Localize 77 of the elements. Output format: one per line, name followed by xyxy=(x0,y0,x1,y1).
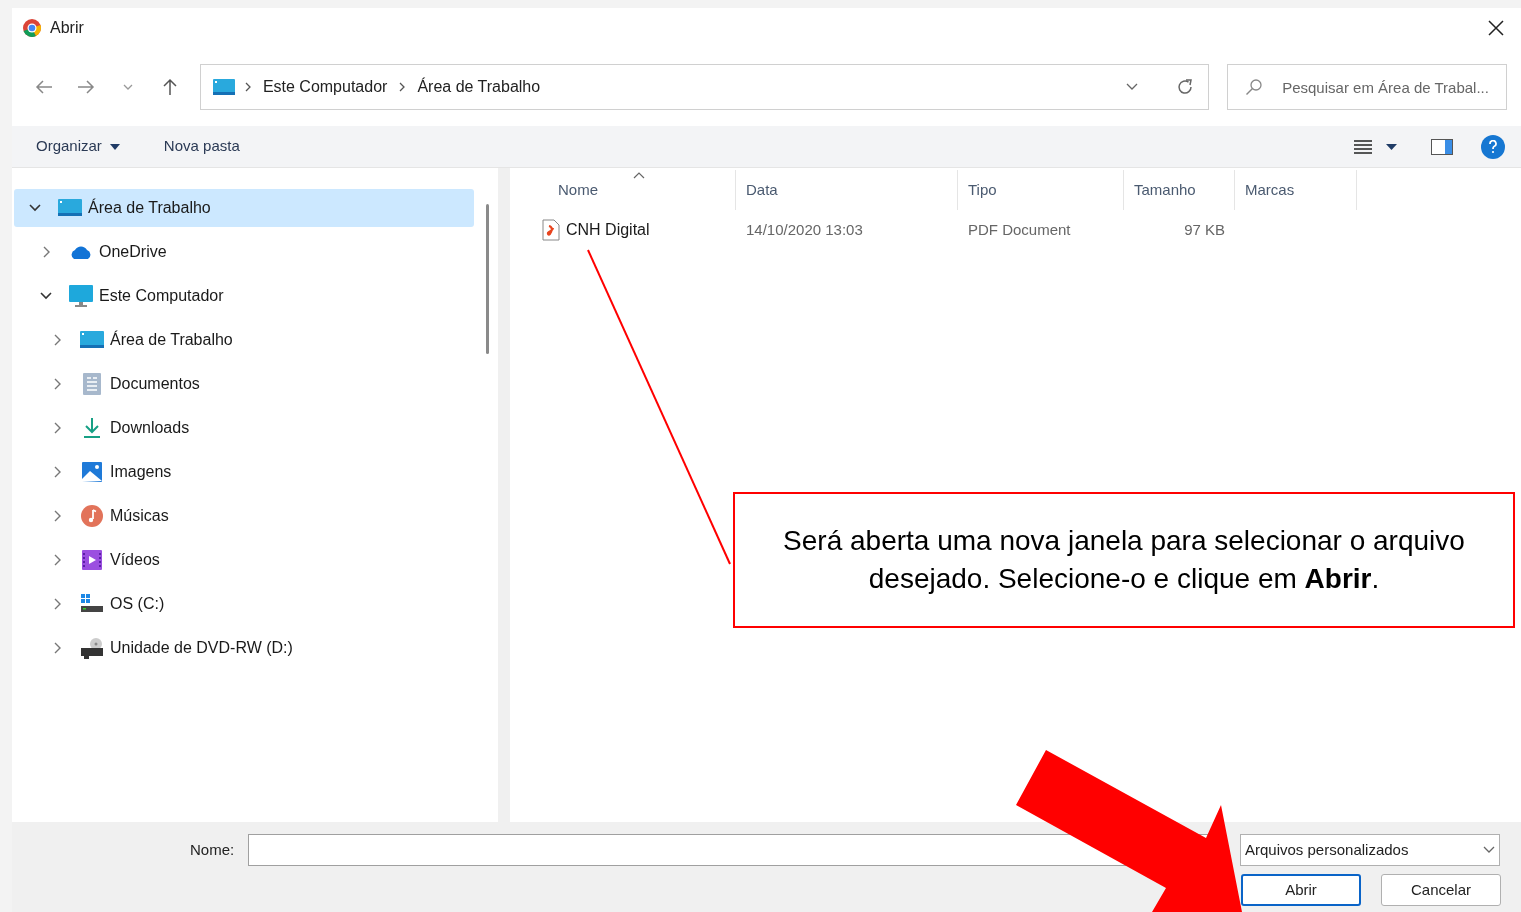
scrollbar-thumb[interactable] xyxy=(485,204,489,354)
chevron-down-icon[interactable] xyxy=(29,204,41,212)
tree-item[interactable]: Imagens xyxy=(14,453,474,491)
preview-pane-icon xyxy=(1431,138,1453,155)
chevron-right-icon[interactable] xyxy=(53,466,61,478)
organize-menu-button[interactable]: Organizar xyxy=(24,135,132,158)
search-field[interactable]: Pesquisar em Área de Trabal... xyxy=(1227,64,1507,110)
tree-item[interactable]: Este Computador xyxy=(14,277,474,315)
caret-down-icon xyxy=(109,143,120,150)
disc-drive-icon xyxy=(81,637,103,659)
tree-item[interactable]: Área de Trabalho xyxy=(14,189,474,227)
file-type: PDF Document xyxy=(968,221,1071,238)
video-icon xyxy=(82,550,102,570)
chevron-down-icon xyxy=(122,84,133,90)
chevron-right-icon xyxy=(399,82,406,92)
chevron-right-icon[interactable] xyxy=(53,554,61,566)
sort-ascending-icon xyxy=(632,172,645,179)
monitor-icon xyxy=(69,285,93,307)
column-header[interactable]: Marcas xyxy=(1235,170,1357,210)
column-header[interactable]: Tamanho xyxy=(1124,170,1235,210)
chevron-right-icon[interactable] xyxy=(53,378,61,390)
music-note-icon xyxy=(81,505,103,527)
desktop-icon xyxy=(80,331,104,349)
chevron-down-icon xyxy=(1483,846,1495,854)
file-date: 14/10/2020 13:03 xyxy=(746,221,863,238)
breadcrumb-item[interactable]: Área de Trabalho xyxy=(415,75,543,99)
chevron-right-icon xyxy=(244,82,251,92)
cloud-icon xyxy=(69,244,93,260)
tree-item[interactable]: OS (C:) xyxy=(14,585,474,623)
document-icon xyxy=(83,373,101,395)
chevron-right-icon[interactable] xyxy=(53,334,61,346)
question-mark-icon xyxy=(1488,139,1498,154)
browser-logo-icon xyxy=(22,18,42,38)
arrow-left-icon xyxy=(35,80,53,94)
download-icon xyxy=(82,417,102,439)
chevron-right-icon[interactable] xyxy=(53,422,61,434)
file-row[interactable]: CNH Digital 14/10/2020 13:03 PDF Document 97 KB xyxy=(510,214,1521,246)
name-label: Nome: xyxy=(190,839,236,860)
chevron-down-icon[interactable] xyxy=(1126,83,1139,91)
chevron-right-icon[interactable] xyxy=(42,246,50,258)
column-header[interactable]: Nome xyxy=(510,170,736,210)
tree-item[interactable]: OneDrive xyxy=(14,233,474,271)
annotation-text: Será aberta uma nova janela para selecionar o arquivo desejado. Selecione-o e clique em Abrir. xyxy=(782,524,1466,596)
help-button[interactable] xyxy=(1481,134,1505,159)
open-button[interactable]: Abrir xyxy=(1241,874,1361,906)
chevron-right-icon[interactable] xyxy=(53,510,61,522)
refresh-icon[interactable] xyxy=(1176,78,1195,96)
desktop-icon xyxy=(212,79,235,95)
new-folder-button[interactable]: Nova pasta xyxy=(151,135,252,158)
chevron-down-icon[interactable] xyxy=(40,292,52,300)
drive-icon xyxy=(81,594,103,614)
file-type-dropdown[interactable]: Arquivos personalizados xyxy=(1240,834,1500,866)
file-size: 97 KB xyxy=(1184,219,1225,240)
tree-item[interactable]: Músicas xyxy=(14,497,474,535)
column-header[interactable]: Data xyxy=(736,170,958,210)
tree-item[interactable]: Downloads xyxy=(14,409,474,447)
tree-item[interactable]: Área de Trabalho xyxy=(14,321,474,359)
breadcrumb-item[interactable]: Este Computador xyxy=(260,75,390,99)
close-icon xyxy=(1488,20,1504,36)
chevron-right-icon[interactable] xyxy=(53,642,61,654)
desktop-icon xyxy=(58,199,82,217)
address-bar[interactable]: Este Computador Área de Trabalho xyxy=(199,64,1210,110)
window-title: Abrir xyxy=(50,18,84,38)
column-header[interactable]: Tipo xyxy=(958,170,1124,210)
cancel-button[interactable]: Cancelar xyxy=(1381,874,1501,906)
image-icon xyxy=(82,462,102,482)
arrow-up-icon xyxy=(161,78,178,96)
tree-item[interactable]: Vídeos xyxy=(14,541,474,579)
search-icon xyxy=(1245,78,1264,96)
caret-down-icon xyxy=(1386,143,1397,150)
chevron-right-icon[interactable] xyxy=(53,598,61,610)
tree-item[interactable]: Documentos xyxy=(14,365,474,403)
arrow-right-icon xyxy=(76,80,95,94)
list-view-icon xyxy=(1354,139,1372,154)
pdf-file-icon xyxy=(542,219,560,241)
tree-item[interactable]: Unidade de DVD-RW (D:) xyxy=(14,629,474,667)
file-name: CNH Digital xyxy=(566,220,650,240)
